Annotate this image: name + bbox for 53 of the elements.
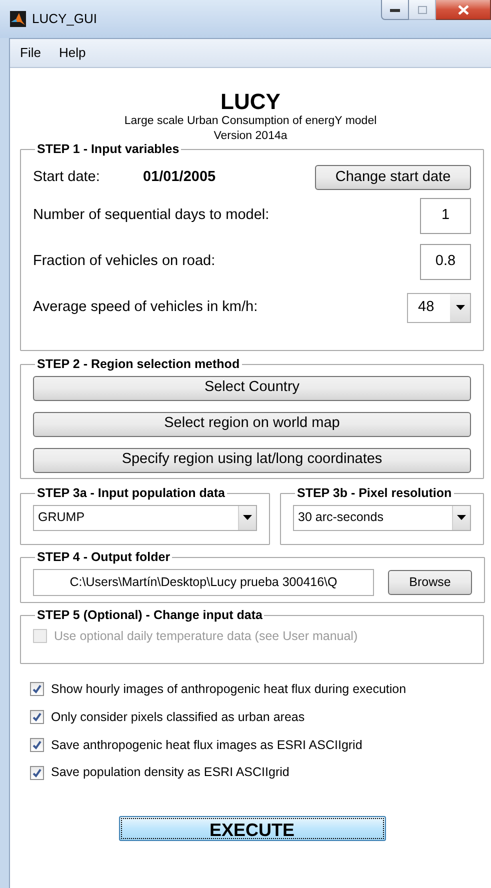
caret-icon — [243, 515, 252, 520]
window-title: LUCY_GUI — [32, 10, 98, 28]
checkbox[interactable] — [30, 710, 44, 724]
output-folder-field[interactable]: C:\Users\Martín\Desktop\Lucy prueba 300416\Q — [33, 568, 374, 596]
checkbox[interactable] — [30, 738, 44, 752]
region-button[interactable]: Select region on world map — [33, 412, 471, 437]
dropdown-value: 30 arc-seconds — [297, 509, 384, 526]
checkmark-icon — [32, 768, 42, 778]
app-logo-icon — [10, 11, 26, 27]
checkbox-label: Save anthropogenic heat flux images as ESRI ASCIIgrid — [51, 736, 362, 754]
checkbox-label: Use optional daily temperature data (see User manual) — [54, 628, 358, 645]
execute-button[interactable]: EXECUTE — [118, 816, 386, 841]
dropdown-value: GRUMP — [37, 509, 86, 526]
group-title: STEP 3a - Input population data — [36, 485, 226, 502]
minimize-icon — [390, 8, 400, 12]
checkbox[interactable] — [30, 766, 44, 780]
checkbox-label: Save population density as ESRI ASCIIgrid — [51, 764, 290, 782]
browse-button[interactable]: Browse — [388, 570, 472, 595]
app-title: LUCY — [220, 90, 280, 114]
checkmark-icon — [32, 684, 42, 694]
minimize-button[interactable] — [381, 0, 409, 20]
caret-icon — [457, 515, 466, 520]
group-title: STEP 5 (Optional) - Change input data — [36, 607, 264, 624]
group-title: STEP 2 - Region selection method — [36, 356, 241, 373]
field-label: Average speed of vehicles in km/h: — [33, 298, 258, 317]
region-button[interactable]: Specify region using lat/long coordinates — [33, 448, 471, 473]
dropdown[interactable]: 30 arc-seconds — [293, 504, 471, 531]
checkbox[interactable] — [30, 682, 44, 696]
field-label: Fraction of vehicles on road: — [33, 252, 216, 271]
close-button[interactable] — [436, 0, 491, 20]
app-subtitle: Large scale Urban Consumption of energY model — [124, 114, 377, 129]
close-icon — [458, 4, 468, 14]
start-date-value: 01/01/2005 — [143, 168, 216, 187]
number-input[interactable]: 0.8 — [420, 244, 471, 280]
speed-dropdown[interactable]: 48 — [407, 292, 471, 323]
group-title: STEP 4 - Output folder — [36, 549, 172, 566]
checkbox-label: Show hourly images of anthropogenic heat flux during execution — [51, 681, 406, 698]
change-start-date-button[interactable]: Change start date — [315, 165, 471, 190]
checkmark-icon — [32, 712, 42, 722]
dropdown[interactable]: GRUMP — [33, 504, 257, 531]
field-label: Number of sequential days to model: — [33, 206, 270, 225]
group-title: STEP 3b - Pixel resolution — [296, 485, 453, 502]
caret-icon — [456, 305, 464, 310]
number-input[interactable]: 1 — [420, 198, 471, 234]
region-button[interactable]: Select Country — [33, 376, 471, 401]
version-text: Version 2014a — [214, 129, 288, 144]
menu-item[interactable]: File — [20, 43, 41, 63]
checkmark-icon — [32, 740, 42, 750]
group-title: STEP 1 - Input variables — [36, 141, 180, 158]
menu-item[interactable]: Help — [58, 43, 86, 63]
field-label: Start date: — [33, 168, 101, 187]
maximize-icon — [418, 6, 426, 14]
checkbox-label: Only consider pixels classified as urban areas — [51, 708, 305, 726]
